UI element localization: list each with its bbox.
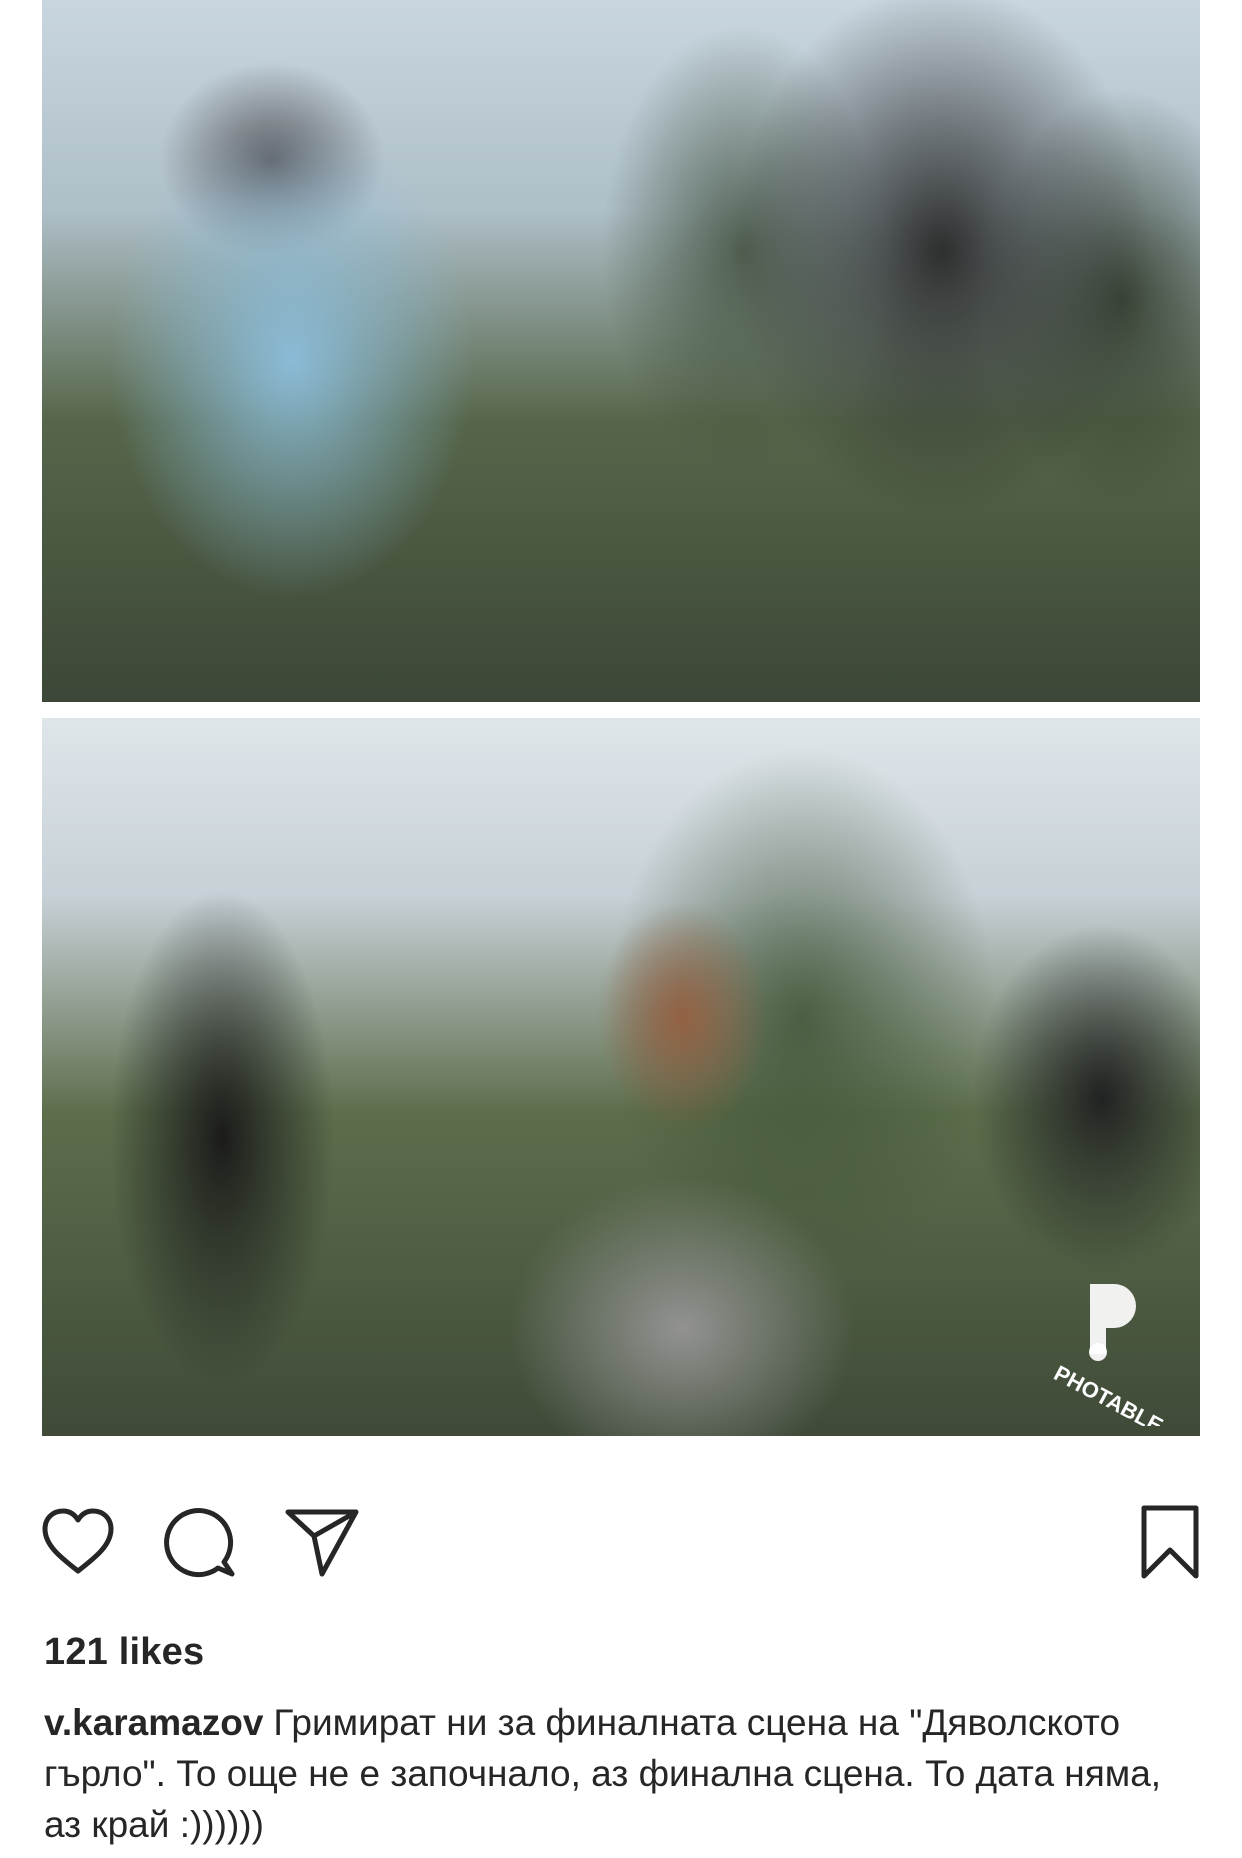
likes-count[interactable]: 121 likes [44, 1631, 204, 1674]
photable-watermark: PHOTABLE [1050, 1284, 1167, 1426]
post-action-bar [0, 1500, 1242, 1600]
comment-button[interactable] [158, 1500, 242, 1584]
comment-bubble-icon [164, 1508, 235, 1578]
share-button[interactable] [280, 1500, 364, 1584]
post-media[interactable]: PHOTABLE [0, 0, 1242, 1465]
like-button[interactable] [36, 1500, 120, 1584]
save-button[interactable] [1128, 1500, 1212, 1584]
watermark-text: PHOTABLE [1050, 1360, 1167, 1426]
likes-number: 121 [44, 1631, 109, 1673]
post-photo-top [42, 0, 1200, 702]
post-photo-bottom: PHOTABLE [42, 718, 1200, 1436]
paper-plane-icon [285, 1509, 359, 1577]
heart-icon [42, 1508, 114, 1574]
likes-label: likes [118, 1631, 205, 1673]
post-caption: v.karamazov Гримират ни за финалната сцен… [44, 1697, 1204, 1850]
caption-username[interactable]: v.karamazov [44, 1702, 263, 1743]
bookmark-icon [1141, 1505, 1199, 1579]
